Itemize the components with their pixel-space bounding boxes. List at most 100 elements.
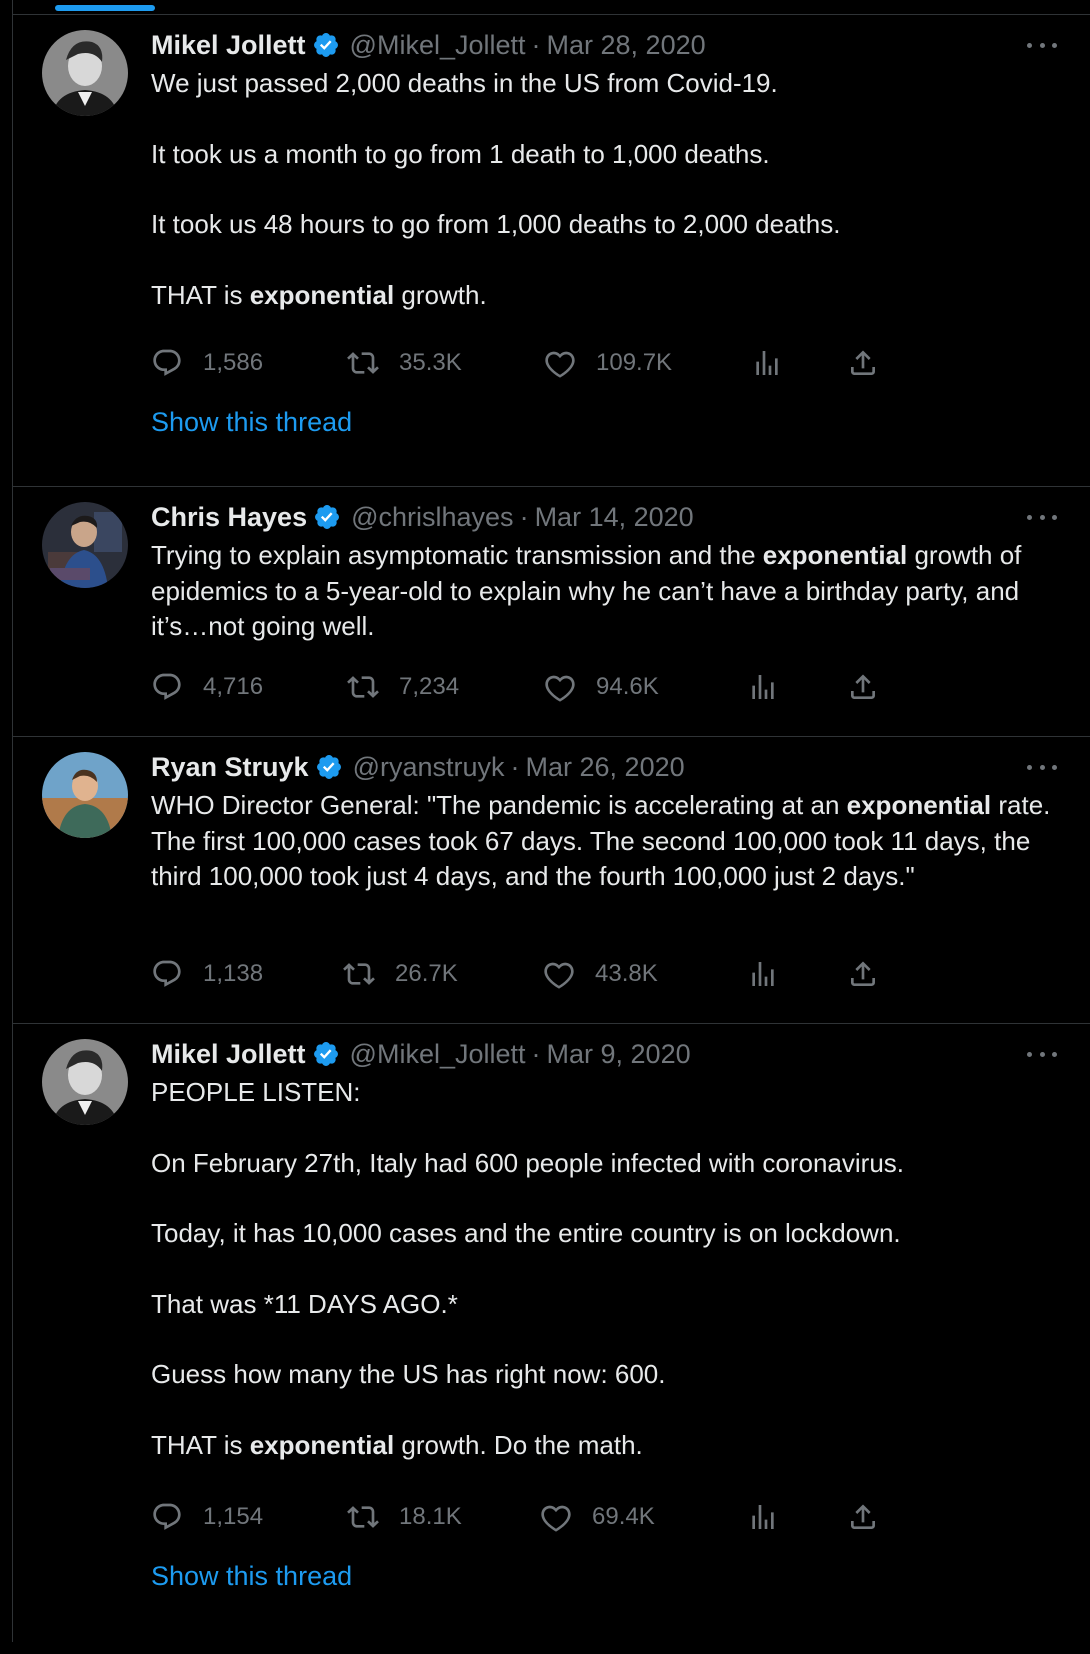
- retweet-button[interactable]: 35.3K: [347, 345, 462, 381]
- more-options-icon[interactable]: [1027, 755, 1057, 779]
- tweet-text: Trying to explain asymptomatic transmiss…: [151, 540, 1022, 641]
- reply-button[interactable]: 4,716: [151, 669, 263, 705]
- share-icon: [851, 350, 875, 375]
- verified-badge-icon: [316, 755, 341, 779]
- show-thread-link[interactable]: Show this thread: [151, 407, 352, 438]
- author-handle[interactable]: @chrislhayes: [351, 502, 513, 533]
- active-tab-indicator: [55, 5, 155, 11]
- share-icon: [851, 961, 875, 986]
- retweet-icon: [347, 352, 379, 374]
- author-name[interactable]: Mikel Jollett: [151, 30, 306, 61]
- reply-button[interactable]: 1,154: [151, 1499, 263, 1535]
- separator-dot: ·: [531, 1038, 541, 1069]
- share-button[interactable]: [847, 345, 899, 381]
- share-icon: [851, 674, 875, 699]
- heart-icon: [541, 1505, 571, 1532]
- like-button[interactable]: 109.7K: [544, 345, 672, 381]
- reply-icon: [153, 960, 181, 987]
- timeline: Mikel Jollett @Mikel_Jollett · Mar 28, 2…: [12, 0, 1090, 1642]
- retweet-icon: [347, 1506, 379, 1528]
- tweet[interactable]: Mikel Jollett @Mikel_Jollett · Mar 9, 20…: [13, 1024, 1090, 1654]
- tweet-text: We just passed 2,000 deaths in the US fr…: [151, 68, 841, 310]
- analytics-icon: [752, 1505, 774, 1529]
- share-button[interactable]: [847, 956, 899, 992]
- avatar-ryan-struyk-icon: [42, 752, 128, 838]
- tweet[interactable]: Chris Hayes @chrislhayes · Mar 14, 2020 …: [13, 487, 1090, 737]
- reply-count: 1,586: [203, 349, 264, 376]
- tweet-header: Ryan Struyk @ryanstruyk · Mar 26, 2020: [151, 751, 685, 783]
- tweet-actions: 1,586 35.3K 109.7K: [151, 345, 911, 381]
- retweet-icon: [343, 963, 375, 985]
- tweet-text: PEOPLE LISTEN: On February 27th, Italy h…: [151, 1077, 904, 1460]
- tweet-date[interactable]: Mar 9, 2020: [547, 1039, 691, 1070]
- verified-badge-icon: [315, 505, 340, 529]
- analytics-button[interactable]: [751, 345, 803, 381]
- show-thread-link[interactable]: Show this thread: [151, 1561, 352, 1592]
- like-count: 69.4K: [592, 1503, 655, 1530]
- retweet-button[interactable]: 7,234: [347, 669, 459, 705]
- analytics-icon: [756, 351, 778, 375]
- analytics-button[interactable]: [747, 956, 799, 992]
- more-options-icon[interactable]: [1027, 33, 1057, 57]
- avatar[interactable]: [42, 752, 128, 838]
- author-name[interactable]: Chris Hayes: [151, 502, 307, 533]
- reply-button[interactable]: 1,586: [151, 345, 263, 381]
- share-button[interactable]: [847, 1499, 899, 1535]
- avatar-mikel-jollett-icon: [42, 30, 128, 116]
- verified-badge-icon: [313, 1042, 338, 1066]
- tweet-actions: 4,716 7,234 94.6K: [151, 669, 911, 705]
- reply-icon: [153, 673, 181, 700]
- author-name[interactable]: Mikel Jollett: [151, 1039, 306, 1070]
- heart-icon: [544, 962, 574, 989]
- verified-badge-icon: [313, 33, 338, 57]
- tweet-actions: 1,138 26.7K 43.8K: [151, 956, 911, 992]
- retweet-count: 35.3K: [399, 349, 462, 376]
- tweet-header: Mikel Jollett @Mikel_Jollett · Mar 28, 2…: [151, 29, 706, 61]
- reply-count: 4,716: [203, 673, 264, 700]
- like-count: 43.8K: [595, 960, 658, 987]
- author-handle[interactable]: @ryanstruyk: [353, 752, 505, 783]
- analytics-icon: [752, 675, 774, 699]
- reply-count: 1,154: [203, 1503, 264, 1530]
- author-name[interactable]: Ryan Struyk: [151, 752, 309, 783]
- more-options-icon[interactable]: [1027, 1042, 1057, 1066]
- tweet-date[interactable]: Mar 28, 2020: [547, 30, 706, 61]
- tweet-header: Chris Hayes @chrislhayes · Mar 14, 2020: [151, 501, 694, 533]
- retweet-button[interactable]: 26.7K: [343, 956, 458, 992]
- author-handle[interactable]: @Mikel_Jollett: [350, 30, 526, 61]
- heart-icon: [545, 675, 575, 702]
- retweet-count: 7,234: [399, 673, 460, 700]
- reply-icon: [153, 1503, 181, 1530]
- like-button[interactable]: 43.8K: [543, 956, 658, 992]
- share-button[interactable]: [847, 669, 899, 705]
- heart-icon: [545, 351, 575, 378]
- like-button[interactable]: 69.4K: [540, 1499, 655, 1535]
- retweet-button[interactable]: 18.1K: [347, 1499, 462, 1535]
- tweet[interactable]: Ryan Struyk @ryanstruyk · Mar 26, 2020 W…: [13, 737, 1090, 1024]
- share-icon: [851, 1504, 875, 1529]
- like-button[interactable]: 94.6K: [544, 669, 659, 705]
- more-options-icon[interactable]: [1027, 505, 1057, 529]
- avatar-chris-hayes-icon: [42, 502, 128, 588]
- retweet-icon: [347, 676, 379, 698]
- tweet-text: WHO Director General: "The pandemic is a…: [151, 790, 1051, 891]
- analytics-button[interactable]: [747, 669, 799, 705]
- retweet-count: 26.7K: [395, 960, 458, 987]
- separator-dot: ·: [519, 501, 529, 532]
- retweet-count: 18.1K: [399, 1503, 462, 1530]
- tweet[interactable]: Mikel Jollett @Mikel_Jollett · Mar 28, 2…: [13, 15, 1090, 487]
- avatar-mikel-jollett-icon: [42, 1039, 128, 1125]
- analytics-button[interactable]: [747, 1499, 799, 1535]
- tweet-date[interactable]: Mar 14, 2020: [535, 502, 694, 533]
- avatar[interactable]: [42, 1039, 128, 1125]
- tweet-date[interactable]: Mar 26, 2020: [526, 752, 685, 783]
- like-count: 94.6K: [596, 673, 659, 700]
- reply-button[interactable]: 1,138: [151, 956, 263, 992]
- author-handle[interactable]: @Mikel_Jollett: [350, 1039, 526, 1070]
- separator-dot: ·: [510, 751, 520, 782]
- tweet-actions: 1,154 18.1K 69.4K: [151, 1499, 911, 1535]
- like-count: 109.7K: [596, 349, 673, 376]
- reply-icon: [153, 349, 181, 376]
- avatar[interactable]: [42, 30, 128, 116]
- avatar[interactable]: [42, 502, 128, 588]
